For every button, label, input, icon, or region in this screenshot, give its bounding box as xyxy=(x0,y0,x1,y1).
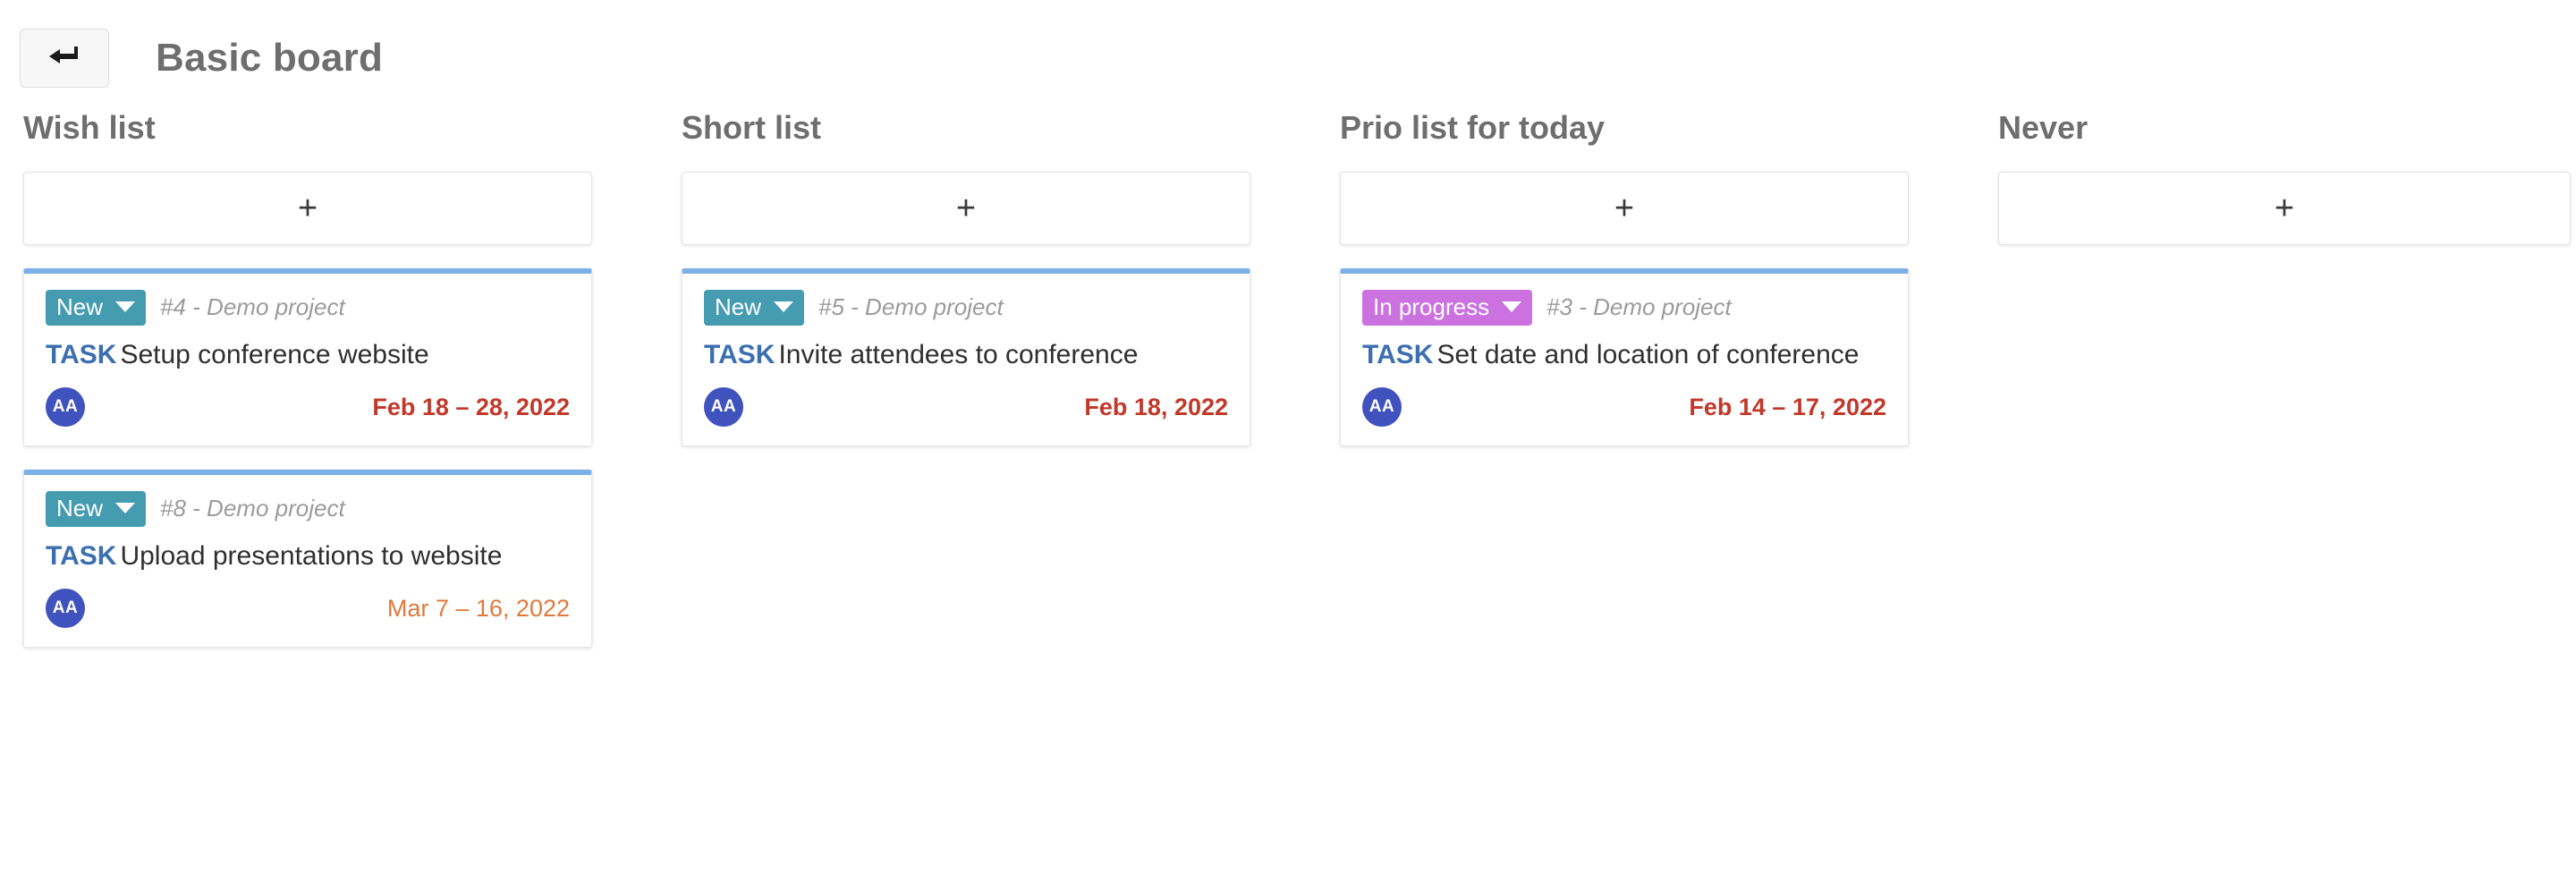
status-badge-label: New xyxy=(56,294,103,320)
card-title: TASKInvite attendees to conference xyxy=(704,336,1228,375)
status-badge-label: In progress xyxy=(1373,294,1489,320)
board-column-prio-list: Prio list for today + In progress #3 - D… xyxy=(1340,109,1909,446)
page-header: Basic board xyxy=(0,0,2576,98)
card-title: TASKUpload presentations to website xyxy=(46,538,570,576)
column-title: Prio list for today xyxy=(1340,109,1909,147)
plus-icon: + xyxy=(298,191,318,225)
card-meta-row: In progress #3 - Demo project xyxy=(1362,290,1886,326)
card-title-text: Set date and location of conference xyxy=(1436,340,1859,369)
task-card[interactable]: New #5 - Demo project TASKInvite attende… xyxy=(682,268,1250,446)
card-reference: #8 - Demo project xyxy=(160,495,345,522)
column-title: Wish list xyxy=(23,109,592,147)
plus-icon: + xyxy=(956,191,976,225)
card-title: TASKSet date and location of conference xyxy=(1362,336,1886,375)
board-column-short-list: Short list + New #5 - Demo project TASKI… xyxy=(682,109,1250,446)
card-meta-row: New #8 - Demo project xyxy=(46,491,570,527)
card-footer: AA Feb 18, 2022 xyxy=(704,386,1228,428)
back-button[interactable] xyxy=(20,29,109,88)
card-reference: #4 - Demo project xyxy=(160,293,345,321)
avatar[interactable]: AA xyxy=(704,387,743,427)
avatar[interactable]: AA xyxy=(46,589,85,628)
card-id: #5 xyxy=(818,293,844,320)
card-footer: AA Feb 14 – 17, 2022 xyxy=(1362,386,1886,428)
avatar[interactable]: AA xyxy=(46,387,85,427)
card-due-date: Feb 18 – 28, 2022 xyxy=(372,394,570,421)
card-reference: #5 - Demo project xyxy=(818,293,1004,321)
card-due-date: Feb 14 – 17, 2022 xyxy=(1689,394,1886,421)
task-type-label: TASK xyxy=(1362,340,1433,369)
status-badge[interactable]: In progress xyxy=(1362,290,1532,326)
avatar[interactable]: AA xyxy=(1362,387,1402,427)
plus-icon: + xyxy=(2275,191,2294,225)
card-footer: AA Feb 18 – 28, 2022 xyxy=(46,386,570,428)
card-project: - Demo project xyxy=(1579,293,1732,320)
card-project: - Demo project xyxy=(192,495,345,522)
card-title: TASKSetup conference website xyxy=(46,336,570,375)
column-title: Short list xyxy=(682,109,1250,147)
card-project: - Demo project xyxy=(192,293,345,320)
task-card[interactable]: New #4 - Demo project TASKSetup conferen… xyxy=(23,268,592,446)
status-badge[interactable]: New xyxy=(46,290,146,326)
card-id: #3 xyxy=(1546,293,1572,320)
chevron-down-icon xyxy=(115,301,135,312)
card-list: In progress #3 - Demo project TASKSet da… xyxy=(1340,268,1909,446)
card-title-text: Upload presentations to website xyxy=(120,541,502,571)
column-title: Never xyxy=(1998,109,2571,147)
card-meta-row: New #5 - Demo project xyxy=(704,290,1228,326)
board-column-wish-list: Wish list + New #4 - Demo project TASKSe… xyxy=(23,109,592,648)
task-type-label: TASK xyxy=(704,340,775,369)
card-reference: #3 - Demo project xyxy=(1546,293,1732,321)
status-badge-label: New xyxy=(715,294,761,320)
card-project: - Demo project xyxy=(851,293,1004,320)
board-column-never: Never + xyxy=(1998,109,2571,268)
chevron-down-icon xyxy=(774,301,793,312)
card-list: New #4 - Demo project TASKSetup conferen… xyxy=(23,268,592,648)
task-type-label: TASK xyxy=(46,340,116,369)
card-title-text: Setup conference website xyxy=(120,340,428,369)
card-due-date: Feb 18, 2022 xyxy=(1084,394,1228,421)
task-card[interactable]: New #8 - Demo project TASKUpload present… xyxy=(23,470,592,648)
task-card[interactable]: In progress #3 - Demo project TASKSet da… xyxy=(1340,268,1909,446)
status-badge-label: New xyxy=(56,496,103,522)
add-card-button-never[interactable]: + xyxy=(1998,172,2571,245)
chevron-down-icon xyxy=(115,503,135,513)
page-title: Basic board xyxy=(156,36,383,81)
back-arrow-icon xyxy=(47,45,82,72)
status-badge[interactable]: New xyxy=(46,491,146,527)
add-card-button-wish-list[interactable]: + xyxy=(23,172,592,245)
card-due-date: Mar 7 – 16, 2022 xyxy=(387,595,570,623)
card-title-text: Invite attendees to conference xyxy=(778,340,1138,369)
plus-icon: + xyxy=(1614,191,1634,225)
kanban-board: Wish list + New #4 - Demo project TASKSe… xyxy=(0,98,2576,648)
card-list: New #5 - Demo project TASKInvite attende… xyxy=(682,268,1250,446)
card-meta-row: New #4 - Demo project xyxy=(46,290,570,326)
card-id: #8 xyxy=(160,495,186,522)
task-type-label: TASK xyxy=(46,541,116,571)
add-card-button-short-list[interactable]: + xyxy=(682,172,1250,245)
card-footer: AA Mar 7 – 16, 2022 xyxy=(46,588,570,629)
chevron-down-icon xyxy=(1502,301,1521,312)
card-id: #4 xyxy=(160,293,186,320)
status-badge[interactable]: New xyxy=(704,290,804,326)
add-card-button-prio-list[interactable]: + xyxy=(1340,172,1909,245)
